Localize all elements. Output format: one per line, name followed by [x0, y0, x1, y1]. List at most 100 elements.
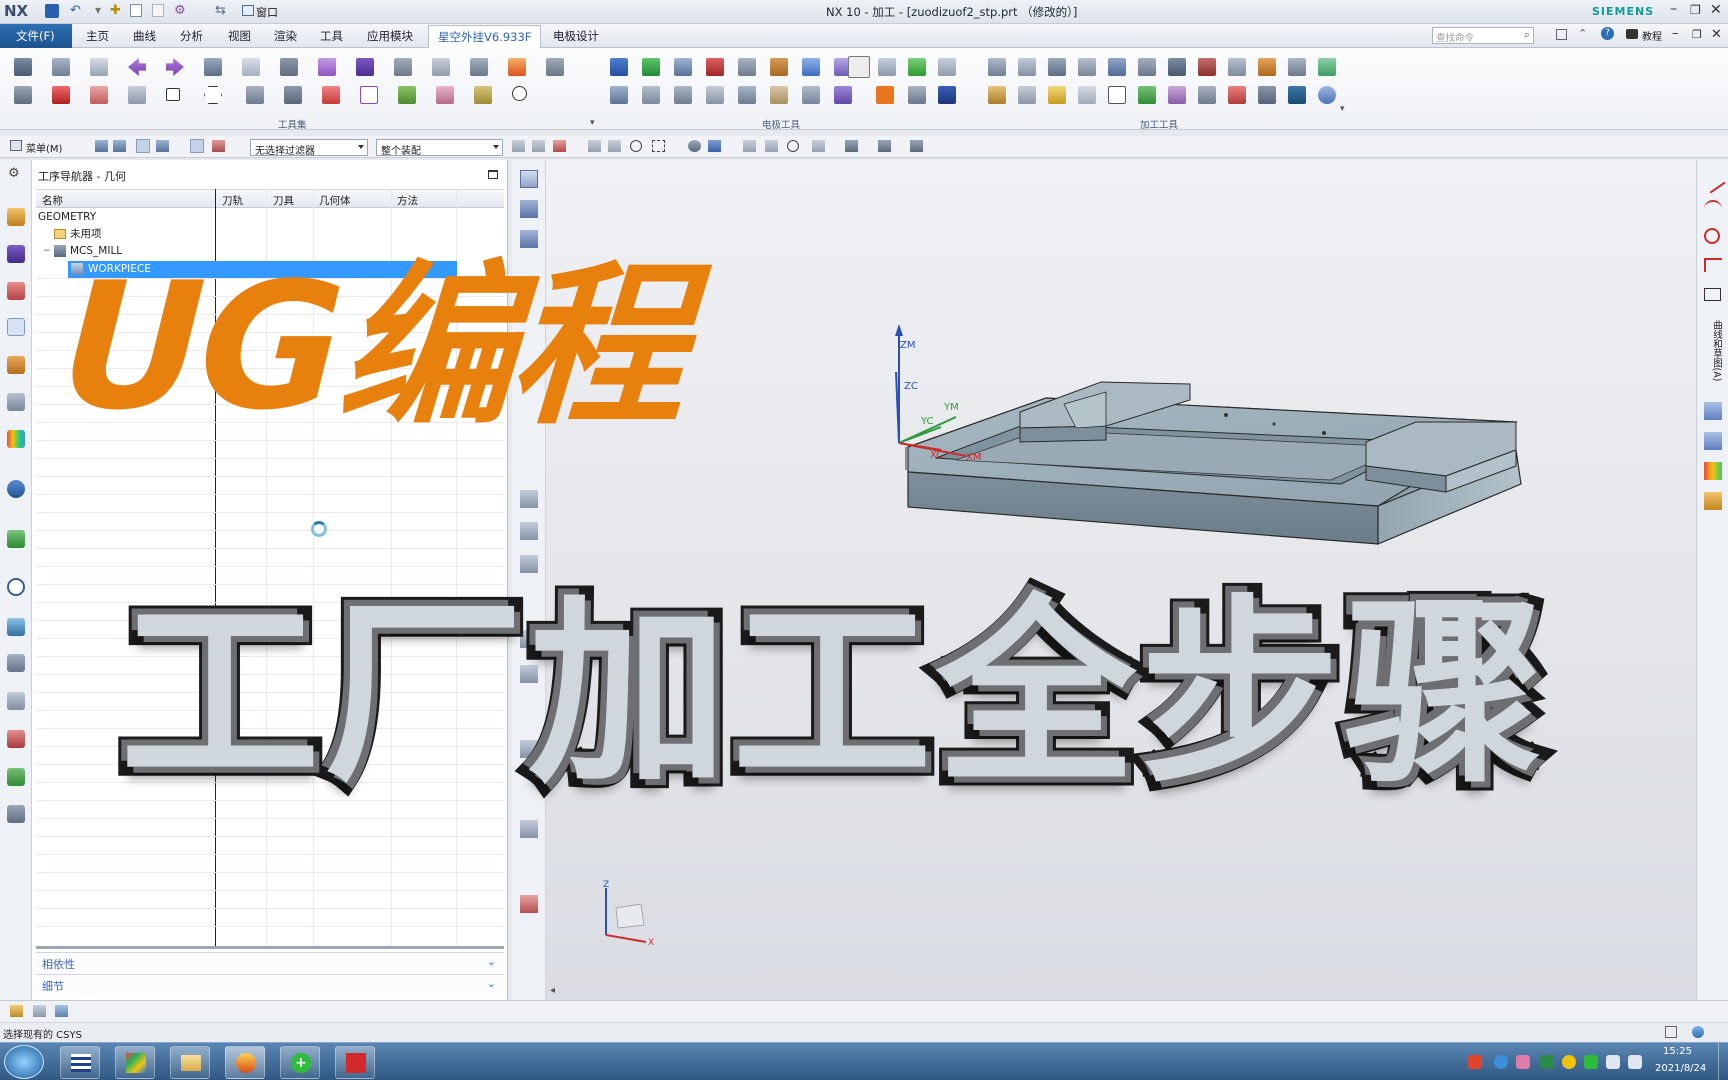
system-scene-icon[interactable] — [7, 730, 25, 748]
start-button[interactable] — [4, 1045, 44, 1079]
select-tool-icon-5[interactable] — [190, 139, 204, 153]
monitor-icon[interactable] — [1288, 86, 1306, 104]
op-tool-icon-8[interactable] — [520, 895, 538, 913]
view-icon-4[interactable] — [765, 140, 778, 152]
program-order-view-icon[interactable] — [520, 170, 538, 188]
column-geometry[interactable]: 几何体 — [319, 193, 351, 208]
document-icon[interactable] — [1108, 86, 1126, 104]
column-name[interactable]: 名称 — [42, 193, 63, 208]
rectangle-icon[interactable] — [166, 88, 180, 101]
tab-render[interactable]: 渲染 — [274, 28, 297, 44]
select-tool-icon-4[interactable] — [156, 140, 169, 152]
machining-tool-icon-2[interactable] — [1018, 58, 1036, 76]
electrode-tool-icon-7[interactable] — [802, 58, 820, 76]
electrode-tool-icon-5[interactable] — [738, 58, 756, 76]
electrode-tool-icon-2[interactable] — [642, 58, 660, 76]
assembly-navigator-icon[interactable] — [7, 245, 25, 263]
minimize-icon[interactable]: – — [1670, 1, 1677, 17]
arc-icon[interactable] — [1704, 200, 1722, 218]
maximize-panel-icon[interactable] — [488, 170, 498, 179]
paste-icon[interactable] — [152, 4, 164, 17]
line-icon[interactable] — [1700, 168, 1726, 194]
restore-icon[interactable]: ❐ — [1690, 3, 1701, 17]
undo-icon[interactable]: ↶ — [70, 3, 81, 18]
panel-splitter[interactable] — [36, 946, 504, 949]
ribbon-options-icon[interactable] — [1556, 29, 1567, 40]
view-icon-2[interactable] — [708, 140, 721, 152]
snap-icon-2[interactable] — [532, 140, 545, 152]
tab-view[interactable]: 视图 — [228, 28, 251, 44]
machining-tool-icon-5[interactable] — [1108, 58, 1126, 76]
snap-circle-icon[interactable] — [630, 140, 642, 152]
tutorial-label[interactable]: 教程 — [1642, 28, 1662, 43]
electrode-tool-icon-16[interactable] — [706, 86, 724, 104]
part-navigator-icon[interactable] — [7, 208, 25, 226]
window-switch-icon[interactable]: ⇆ — [215, 3, 226, 18]
column-toolpath[interactable]: 刀轨 — [222, 193, 243, 208]
tool-icon-24[interactable] — [322, 86, 340, 104]
tool-icon-16[interactable] — [14, 86, 32, 104]
tab-curve[interactable]: 曲线 — [133, 28, 156, 44]
viewport-scroll-left-icon[interactable]: ◂ — [550, 985, 555, 996]
help-icon[interactable]: ? — [1601, 27, 1614, 40]
tray-icon-4[interactable] — [1540, 1055, 1554, 1069]
tool-icon-23[interactable] — [284, 86, 302, 104]
select-tool-icon-2[interactable] — [113, 140, 126, 152]
tree-node-unused[interactable]: 未用项 — [70, 226, 102, 242]
tab-electrode-design[interactable]: 电极设计 — [553, 28, 599, 44]
machining-tool-icon-18[interactable] — [1138, 86, 1156, 104]
pencil-icon[interactable] — [1048, 86, 1066, 104]
electrode-tool-icon-10[interactable] — [878, 58, 896, 76]
column-tool[interactable]: 刀具 — [273, 193, 294, 208]
tray-icon-6[interactable] — [1584, 1055, 1598, 1069]
fillet-icon[interactable] — [1704, 258, 1722, 272]
repeat-command-icon[interactable]: ✚ — [110, 3, 121, 18]
tab-xingkong-plugin[interactable]: 星空外挂V6.933F — [428, 25, 541, 48]
circle-icon[interactable] — [1704, 228, 1720, 244]
tree-node-geometry[interactable]: GEOMETRY — [38, 209, 96, 225]
dropdown-arrow-icon[interactable]: ▾ — [95, 3, 101, 17]
more-icon-3[interactable]: ▾ — [1340, 104, 1345, 114]
taskbar-app-5[interactable]: + — [280, 1046, 320, 1079]
machining-tool-icon-10[interactable] — [1258, 58, 1276, 76]
status-globe-icon[interactable] — [1692, 1026, 1704, 1038]
hd3d-tools-icon[interactable] — [7, 480, 25, 498]
save-icon[interactable] — [45, 4, 59, 18]
snap-icon-1[interactable] — [512, 140, 525, 152]
rotate-icon[interactable] — [787, 140, 799, 152]
op-tool-icon-3[interactable] — [520, 555, 538, 573]
status-tool-icon-1[interactable] — [10, 1005, 23, 1017]
process-studio-icon[interactable] — [7, 618, 25, 636]
manufacturing-wizard-icon[interactable] — [7, 654, 25, 672]
role-icon[interactable] — [7, 692, 25, 710]
tray-input-icon[interactable] — [1468, 1055, 1482, 1069]
search-icon[interactable]: ⌕ — [1524, 28, 1530, 42]
scope-filter-select[interactable]: 整个装配 — [376, 139, 503, 157]
select-rectangle-icon[interactable] — [652, 140, 665, 152]
tool-icon-27[interactable] — [436, 86, 454, 104]
machine-tool-navigator-icon[interactable] — [7, 356, 25, 374]
electrode-tool-icon-22[interactable] — [908, 86, 926, 104]
palette-icon[interactable] — [7, 768, 25, 786]
select-tool-icon-3[interactable] — [136, 139, 150, 153]
collapse-icon[interactable]: − — [43, 246, 51, 256]
rectangle-icon[interactable] — [1704, 288, 1721, 301]
electrode-tool-icon-15[interactable] — [674, 86, 692, 104]
snap-icon-4[interactable] — [588, 140, 601, 152]
collapse-ribbon-icon[interactable]: ⌃ — [1578, 27, 1587, 40]
tool-icon-15[interactable] — [546, 58, 564, 76]
electrode-tool-icon-4[interactable] — [706, 58, 724, 76]
electrode-tool-icon-9[interactable] — [848, 56, 870, 78]
taskbar-explorer[interactable] — [170, 1046, 210, 1079]
history-icon[interactable] — [7, 578, 25, 596]
tray-icon-3[interactable] — [1516, 1055, 1530, 1069]
view-icon-9[interactable] — [910, 140, 923, 152]
taskbar-date[interactable]: 2021/8/24 — [1655, 1063, 1706, 1074]
machining-feature-navigator-icon[interactable] — [7, 393, 25, 411]
taskbar-nx[interactable] — [225, 1046, 265, 1079]
window-menu[interactable]: 窗口 — [256, 4, 278, 20]
dependencies-section[interactable]: 相依性 ⌄ — [36, 952, 504, 972]
machining-tool-icon-7[interactable] — [1168, 58, 1186, 76]
palette-icon-2[interactable] — [1704, 432, 1722, 450]
machining-tool-icon-1[interactable] — [988, 58, 1006, 76]
